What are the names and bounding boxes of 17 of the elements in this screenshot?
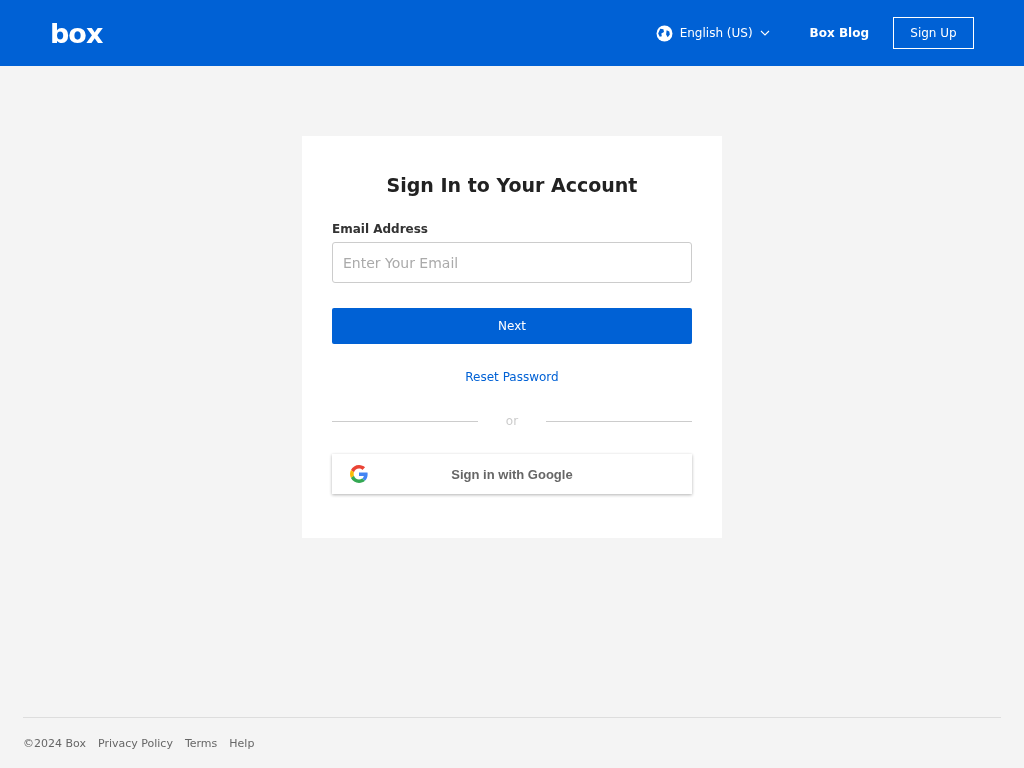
google-sign-in-button[interactable]: Sign in with Google xyxy=(332,454,692,494)
footer-link[interactable]: Help xyxy=(229,736,255,750)
card-title: Sign In to Your Account xyxy=(385,174,639,196)
copyright-text: ©2024 Box xyxy=(23,736,86,750)
blog-link[interactable]: Box Blog xyxy=(809,26,869,40)
reset-password-link[interactable]: Reset Password xyxy=(465,370,559,384)
chevron-down-icon xyxy=(759,30,770,36)
next-button[interactable]: Next xyxy=(332,308,692,344)
language-selector[interactable]: English (US) xyxy=(655,24,770,42)
google-g-icon xyxy=(350,465,368,483)
sign-up-button[interactable]: Sign Up xyxy=(893,17,974,49)
footer-link[interactable]: Privacy Policy xyxy=(97,736,173,750)
email-label: Email Address xyxy=(332,222,429,236)
footer-link[interactable]: Terms xyxy=(184,736,218,750)
globe-icon xyxy=(655,24,673,42)
email-input-field[interactable]: Enter Your Email xyxy=(332,242,692,283)
box-logo[interactable]: box xyxy=(50,19,103,47)
